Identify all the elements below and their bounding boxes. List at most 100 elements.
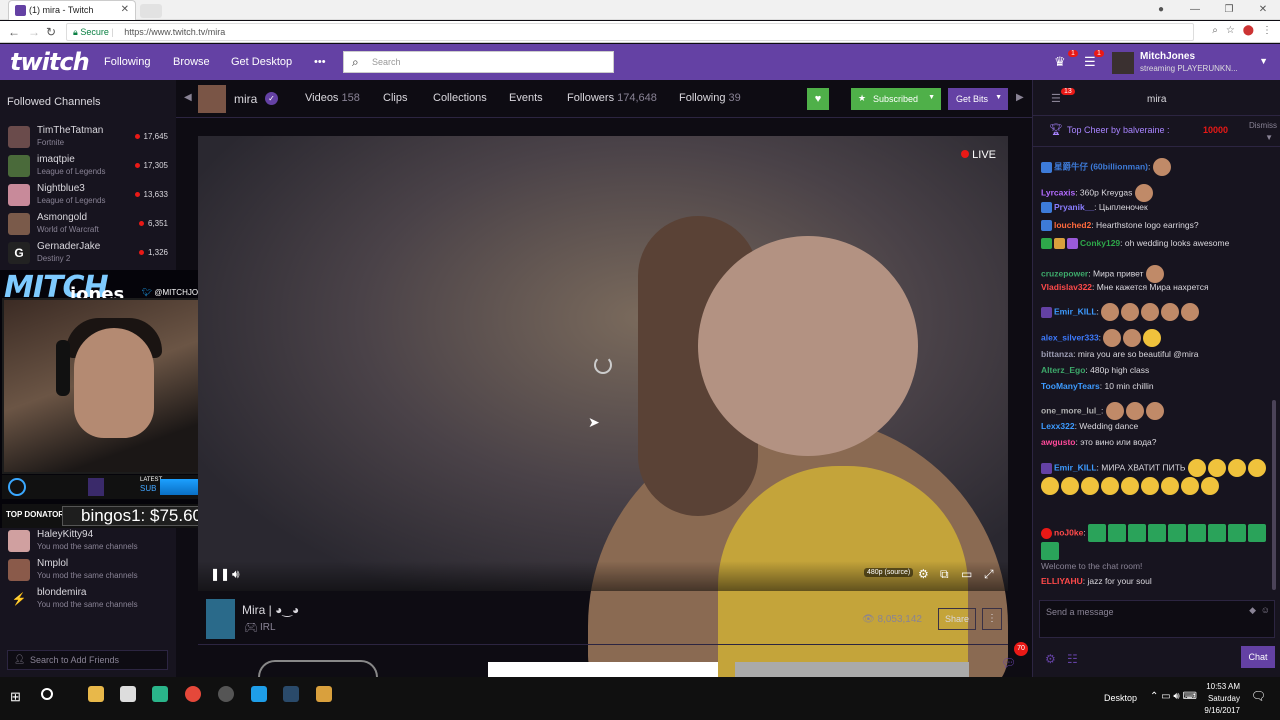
viewer-list-icon[interactable]: ☷ [1067,652,1078,666]
volume-icon[interactable]: 🔊︎ [232,567,240,582]
list-icon[interactable]: ☰ [1051,92,1061,105]
chevron-right-icon[interactable]: ▶ [1016,92,1024,103]
tab-videos[interactable]: Videos 158 [305,92,360,104]
store-icon[interactable] [120,686,136,702]
followed-channel-item[interactable]: TimTheTatman Fortnite 17,645 [8,125,174,154]
chat-user[interactable]: 星爵牛仔 (60billionman) [1054,161,1148,171]
search-input[interactable]: ⌕ Search [343,51,614,73]
back-icon[interactable]: ← [8,25,20,39]
chat-message-input[interactable]: Send a message ◆ ☺ [1039,600,1275,638]
chat-send-button[interactable]: Chat [1241,646,1275,668]
notifications-icon[interactable]: ☰ [1084,54,1096,70]
bits-icon[interactable]: ◆ [1249,605,1256,616]
chat-user[interactable]: noJ0ke [1054,527,1083,537]
chat-user[interactable]: ELLIYAHU [1041,576,1083,586]
tab-followers[interactable]: Followers 174,648 [567,92,657,104]
friend-item[interactable]: ⚡ blondemira You mod the same channels [8,587,174,616]
chrome-icon[interactable] [185,686,201,702]
dismiss-button[interactable]: Dismiss [1249,121,1277,130]
nav-browse[interactable]: Browse [173,56,210,68]
fullscreen-icon[interactable]: ⤢ [984,567,994,582]
followed-channel-item[interactable]: imaqtpie League of Legends 17,305 [8,154,174,183]
more-options-button[interactable]: ⋮ [982,608,1002,630]
action-center-icon[interactable]: 🗨︎ [1251,689,1266,703]
desktop-toolbar-label[interactable]: Desktop [1104,693,1137,703]
follow-heart-button[interactable]: ♥ [807,88,829,110]
minimize-button[interactable]: — [1178,0,1212,20]
chat-user[interactable]: Conky129 [1080,238,1120,248]
add-friends-input[interactable]: 👤︎ Search to Add Friends [7,650,168,670]
subscribed-button[interactable]: ★ Subscribed ▼ [851,88,941,110]
nav-more[interactable]: ••• [314,56,326,68]
chat-user[interactable]: Pryanik__ [1054,202,1094,212]
tab-collections[interactable]: Collections [433,92,487,104]
game-box-art[interactable] [206,599,235,639]
followed-channel-item[interactable]: G GernaderJake Destiny 2 1,326 [8,241,174,270]
browser-tab[interactable]: (1) mira - Twitch ✕ [8,0,136,20]
menu-icon[interactable]: ⋮ [1262,25,1272,36]
chat-user[interactable]: alex_silver333 [1041,332,1099,342]
video-player[interactable]: LIVE ➤ ❚❚ 🔊︎ 480p (source) ⚙ ⧉ ▭ ⤢ [198,136,1008,706]
app-icon[interactable] [152,686,168,702]
quality-label[interactable]: 480p (source) [864,568,914,577]
close-window-button[interactable]: ✕ [1246,0,1280,20]
system-tray-icons[interactable]: ⌃ ▭ 🔊︎ ⌨ [1150,691,1197,702]
cortana-icon[interactable] [41,688,53,700]
share-button[interactable]: Share [938,608,976,630]
chat-user[interactable]: Lyrcaxis [1041,187,1075,197]
extension-icon[interactable]: ⬤ [1243,25,1254,36]
twitch-logo[interactable]: twitch [10,48,90,76]
theater-mode-icon[interactable]: ▭ [961,567,972,581]
nav-following[interactable]: Following [104,56,150,68]
chat-user[interactable]: one_more_lul_ [1041,405,1101,415]
nav-get-desktop[interactable]: Get Desktop [231,56,292,68]
emoji-icon[interactable]: ☺ [1261,605,1270,615]
settings-gear-icon[interactable]: ⚙ [1045,652,1056,666]
forward-icon[interactable]: → [28,25,40,39]
app-icon[interactable] [218,686,234,702]
followed-channel-item[interactable]: Asmongold World of Warcraft 6,351 [8,212,174,241]
close-tab-icon[interactable]: ✕ [121,4,129,15]
chat-scrollbar[interactable] [1272,400,1276,590]
stream-game[interactable]: IRL [260,622,276,633]
tab-events[interactable]: Events [509,92,543,104]
settings-gear-icon[interactable]: ⚙ [918,567,929,581]
channel-name[interactable]: mira [234,92,257,106]
friend-item[interactable]: Nmplol You mod the same channels [8,558,174,587]
new-tab-button[interactable] [140,4,162,18]
followed-channel-item[interactable]: Nightblue3 League of Legends 13,633 [8,183,174,212]
file-explorer-icon[interactable] [88,686,104,702]
skype-icon[interactable] [251,686,267,702]
bookmark-star-icon[interactable]: ☆ [1226,25,1235,36]
chat-user[interactable]: awgusto [1041,437,1075,447]
chat-user[interactable]: Alterz_Ego [1041,365,1085,375]
pause-icon[interactable]: ❚❚ [210,567,230,581]
zoom-icon[interactable]: ⌕ [1212,25,1218,36]
chat-user[interactable]: Emir_KILL [1054,306,1097,316]
chat-user[interactable]: bittanza [1041,349,1073,359]
chevron-left-icon[interactable]: ◀ [184,92,192,103]
steam-icon[interactable] [283,686,299,702]
prime-crown-icon[interactable]: ♛ [1054,54,1066,70]
pubg-icon[interactable] [316,686,332,702]
popout-icon[interactable]: ⧉ [940,567,949,582]
chat-user[interactable]: TooManyTears [1041,381,1100,391]
chat-user[interactable]: louched2 [1054,220,1091,230]
chevron-down-icon[interactable]: ▼ [1265,133,1273,142]
tab-following[interactable]: Following 39 [679,92,741,104]
friend-item[interactable]: HaleyKitty94 You mod the same channels [8,529,174,558]
url-field[interactable]: 🔒︎ Secure | https://www.twitch.tv/mira [66,23,1194,41]
chat-user[interactable]: Lexx322 [1041,421,1075,431]
windows-start-icon[interactable]: ⊞ [10,689,21,705]
get-bits-button[interactable]: Get Bits ▼ [948,88,1008,110]
reload-icon[interactable]: ↻ [46,25,56,39]
channel-avatar[interactable] [198,85,226,113]
chat-user[interactable]: Emir_KILL [1054,462,1097,472]
tab-clips[interactable]: Clips [383,92,407,104]
restore-button[interactable]: ❐ [1212,0,1246,20]
chat-user[interactable]: cruzepower [1041,268,1088,278]
user-menu[interactable]: MitchJones streaming PLAYERUNKN... ▼ [1112,50,1272,76]
profile-icon[interactable]: ● [1144,0,1178,20]
taskbar-clock[interactable]: 10:53 AM Saturday 9/16/2017 [1204,681,1240,717]
chat-user[interactable]: Vladislav322 [1041,282,1092,292]
